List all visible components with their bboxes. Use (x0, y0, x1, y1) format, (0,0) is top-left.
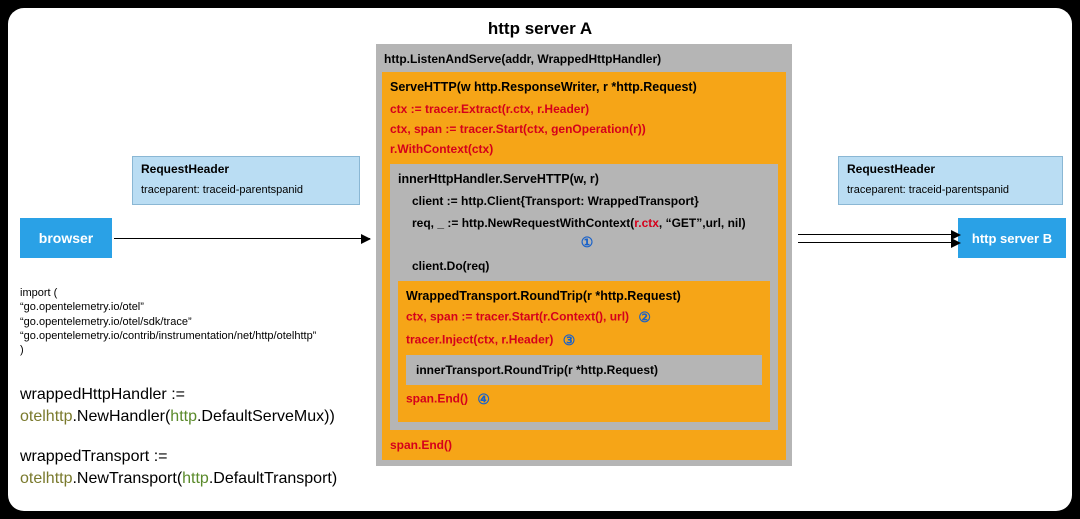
server-b-node: http server B (958, 218, 1066, 258)
tracer-start-outer: ctx, span := tracer.Start(ctx, genOperat… (390, 122, 778, 136)
request-header-right-label: RequestHeader (847, 162, 1054, 176)
listen-and-serve: http.ListenAndServe(addr, WrappedHttpHan… (382, 50, 786, 72)
circle-1-icon: ① (581, 234, 594, 251)
request-header-right: RequestHeader traceparent: traceid-paren… (838, 156, 1063, 205)
client-decl: client := http.Client{Transport: Wrapped… (412, 194, 770, 208)
wrapped-handler-lhs: wrappedHttpHandler := (20, 384, 335, 406)
inner-roundtrip: innerTransport.RoundTrip(r *http.Request… (406, 355, 762, 385)
import-l1: “go.opentelemetry.io/otel” (20, 300, 316, 314)
arrow-browser-to-server (114, 238, 370, 239)
request-header-left-value: traceparent: traceid-parentspanid (141, 184, 351, 196)
inner-handler-box: innerHttpHandler.ServeHTTP(w, r) client … (390, 164, 778, 430)
wrapped-handler-assign: wrappedHttpHandler := otelhttp.NewHandle… (20, 384, 335, 427)
serve-http-box: ServeHTTP(w http.ResponseWriter, r *http… (382, 72, 786, 460)
import-close: ) (20, 343, 316, 357)
request-header-left-label: RequestHeader (141, 162, 351, 176)
inner-handler-signature: innerHttpHandler.ServeHTTP(w, r) (398, 172, 770, 186)
tracer-extract: ctx := tracer.Extract(r.ctx, r.Header) (390, 102, 778, 116)
client-do: client.Do(req) (412, 259, 770, 273)
with-context: r.WithContext(ctx) (390, 142, 778, 156)
server-b-label: http server B (972, 231, 1052, 246)
wrapped-transport-rhs: otelhttp.NewTransport(http.DefaultTransp… (20, 468, 337, 490)
span-end-outer: span.End() (390, 438, 778, 452)
import-block: import ( “go.opentelemetry.io/otel” “go.… (20, 286, 316, 357)
new-request-ctx: r.ctx (634, 216, 659, 230)
arrow-server-to-b (798, 232, 960, 244)
import-l3: “go.opentelemetry.io/contrib/instrumenta… (20, 329, 316, 343)
browser-node: browser (20, 218, 112, 258)
tracer-start-inner: ctx, span := tracer.Start(r.Context(), u… (406, 309, 762, 326)
circle-2-icon: ② (638, 309, 651, 326)
server-a-block: http.ListenAndServe(addr, WrappedHttpHan… (376, 44, 792, 466)
circle-3-icon: ③ (563, 332, 576, 349)
new-request-pre: req, _ := http.NewRequestWithContext( (412, 216, 634, 230)
wrapped-transport-signature: WrappedTransport.RoundTrip(r *http.Reque… (406, 289, 762, 303)
wrapped-transport-box: WrappedTransport.RoundTrip(r *http.Reque… (398, 281, 770, 422)
tracer-inject: tracer.Inject(ctx, r.Header) ③ (406, 332, 762, 349)
wrapped-transport-lhs: wrappedTransport := (20, 446, 337, 468)
serve-http-signature: ServeHTTP(w http.ResponseWriter, r *http… (390, 80, 778, 94)
new-request-line: req, _ := http.NewRequestWithContext(r.c… (412, 216, 770, 230)
import-open: import ( (20, 286, 316, 300)
wrapped-transport-assign: wrappedTransport := otelhttp.NewTranspor… (20, 446, 337, 489)
wrapped-handler-rhs: otelhttp.NewHandler(http.DefaultServeMux… (20, 406, 335, 428)
request-header-left: RequestHeader traceparent: traceid-paren… (132, 156, 360, 205)
circle-4-icon: ④ (477, 391, 490, 408)
diagram-canvas: http server A browser http server B Requ… (8, 8, 1072, 511)
import-l2: “go.opentelemetry.io/otel/sdk/trace” (20, 315, 316, 329)
diagram-title: http server A (8, 19, 1072, 39)
browser-label: browser (39, 230, 93, 246)
new-request-post: , “GET”,url, nil) (659, 216, 746, 230)
request-header-right-value: traceparent: traceid-parentspanid (847, 184, 1054, 196)
span-end-inner: span.End() ④ (406, 391, 762, 408)
